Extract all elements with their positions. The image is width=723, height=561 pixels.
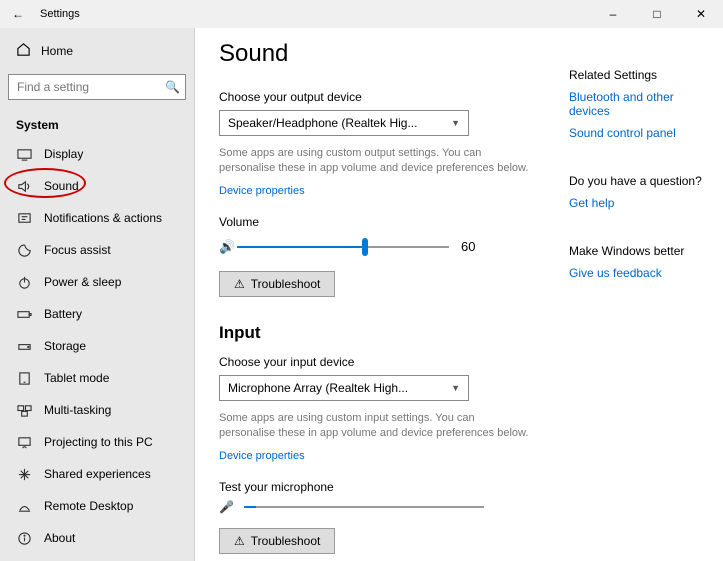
test-mic-label: Test your microphone <box>219 480 531 494</box>
input-troubleshoot-button[interactable]: ⚠ Troubleshoot <box>219 528 335 554</box>
multitasking-icon <box>16 402 32 418</box>
minimize-button[interactable]: – <box>591 0 635 28</box>
page-title: Sound <box>219 40 531 68</box>
input-device-label: Choose your input device <box>219 355 531 369</box>
output-hint: Some apps are using custom output settin… <box>219 146 531 177</box>
sidebar: Home 🔍 System Display Sound Notification… <box>0 28 195 561</box>
maximize-button[interactable]: □ <box>635 0 679 28</box>
search-icon: 🔍 <box>165 80 180 94</box>
sidebar-item-tablet-mode[interactable]: Tablet mode <box>8 362 186 394</box>
search-input[interactable] <box>8 74 186 100</box>
get-help-link[interactable]: Get help <box>569 196 709 210</box>
microphone-icon: 🎤 <box>219 500 234 514</box>
sidebar-item-label: Sound <box>44 179 79 193</box>
sidebar-item-label: Power & sleep <box>44 275 121 289</box>
bluetooth-devices-link[interactable]: Bluetooth and other devices <box>569 90 709 118</box>
battery-icon <box>16 306 32 322</box>
about-icon <box>16 530 32 546</box>
search-box[interactable]: 🔍 <box>8 74 186 100</box>
sound-icon <box>16 178 32 194</box>
warning-icon: ⚠ <box>234 277 245 291</box>
warning-icon: ⚠ <box>234 534 245 548</box>
feedback-link[interactable]: Give us feedback <box>569 266 709 280</box>
speaker-icon: 🔊 <box>219 239 235 255</box>
sidebar-group-title: System <box>8 108 186 138</box>
sidebar-item-label: Projecting to this PC <box>44 435 153 449</box>
output-device-properties-link[interactable]: Device properties <box>219 185 305 197</box>
sidebar-item-multitasking[interactable]: Multi-tasking <box>8 394 186 426</box>
sidebar-item-label: Tablet mode <box>44 371 109 385</box>
power-icon <box>16 274 32 290</box>
close-button[interactable]: ✕ <box>679 0 723 28</box>
sidebar-item-power[interactable]: Power & sleep <box>8 266 186 298</box>
sidebar-item-projecting[interactable]: Projecting to this PC <box>8 426 186 458</box>
sidebar-item-battery[interactable]: Battery <box>8 298 186 330</box>
sidebar-item-storage[interactable]: Storage <box>8 330 186 362</box>
sidebar-item-label: Remote Desktop <box>44 499 133 513</box>
input-device-properties-link[interactable]: Device properties <box>219 450 305 462</box>
input-device-selected: Microphone Array (Realtek High... <box>228 381 408 395</box>
shared-icon <box>16 466 32 482</box>
question-title: Do you have a question? <box>569 174 709 188</box>
output-troubleshoot-button[interactable]: ⚠ Troubleshoot <box>219 271 335 297</box>
volume-label: Volume <box>219 215 531 229</box>
storage-icon <box>16 338 32 354</box>
sidebar-item-label: Storage <box>44 339 86 353</box>
titlebar: ← Settings – □ ✕ <box>0 0 723 28</box>
sidebar-item-label: Shared experiences <box>44 467 151 481</box>
slider-fill <box>237 246 365 248</box>
troubleshoot-label: Troubleshoot <box>251 277 321 291</box>
sidebar-item-sound[interactable]: Sound <box>8 170 186 202</box>
remote-desktop-icon <box>16 498 32 514</box>
display-icon <box>16 146 32 162</box>
input-hint: Some apps are using custom input setting… <box>219 411 531 442</box>
mic-level-bar <box>244 506 484 508</box>
sidebar-item-focus-assist[interactable]: Focus assist <box>8 234 186 266</box>
home-icon <box>16 42 31 60</box>
sidebar-item-notifications[interactable]: Notifications & actions <box>8 202 186 234</box>
sidebar-item-remote-desktop[interactable]: Remote Desktop <box>8 490 186 522</box>
input-heading: Input <box>219 323 531 343</box>
tablet-icon <box>16 370 32 386</box>
better-title: Make Windows better <box>569 244 709 258</box>
notifications-icon <box>16 210 32 226</box>
volume-slider[interactable]: 🔊 <box>219 237 449 257</box>
sidebar-item-shared[interactable]: Shared experiences <box>8 458 186 490</box>
projecting-icon <box>16 434 32 450</box>
chevron-down-icon: ▼ <box>451 118 460 128</box>
sidebar-item-label: About <box>44 531 75 545</box>
slider-thumb[interactable] <box>362 238 368 256</box>
sidebar-item-about[interactable]: About <box>8 522 186 554</box>
sidebar-item-label: Focus assist <box>44 243 111 257</box>
right-column: Related Settings Bluetooth and other dev… <box>555 28 723 561</box>
output-device-label: Choose your output device <box>219 90 531 104</box>
sidebar-item-label: Display <box>44 147 83 161</box>
sidebar-item-label: Multi-tasking <box>44 403 111 417</box>
window-title: Settings <box>40 8 80 20</box>
main-content: Sound Choose your output device Speaker/… <box>195 28 555 561</box>
sidebar-item-display[interactable]: Display <box>8 138 186 170</box>
chevron-down-icon: ▼ <box>451 383 460 393</box>
troubleshoot-label: Troubleshoot <box>251 534 321 548</box>
sidebar-home[interactable]: Home <box>8 36 186 66</box>
output-device-selected: Speaker/Headphone (Realtek Hig... <box>228 116 417 130</box>
sidebar-item-label: Battery <box>44 307 82 321</box>
back-icon[interactable]: ← <box>12 7 24 21</box>
sidebar-item-label: Notifications & actions <box>44 211 162 225</box>
focus-assist-icon <box>16 242 32 258</box>
volume-value: 60 <box>461 239 475 254</box>
sidebar-home-label: Home <box>41 44 73 58</box>
sound-control-panel-link[interactable]: Sound control panel <box>569 126 709 140</box>
input-device-select[interactable]: Microphone Array (Realtek High... ▼ <box>219 375 469 401</box>
related-settings-title: Related Settings <box>569 68 709 82</box>
output-device-select[interactable]: Speaker/Headphone (Realtek Hig... ▼ <box>219 110 469 136</box>
